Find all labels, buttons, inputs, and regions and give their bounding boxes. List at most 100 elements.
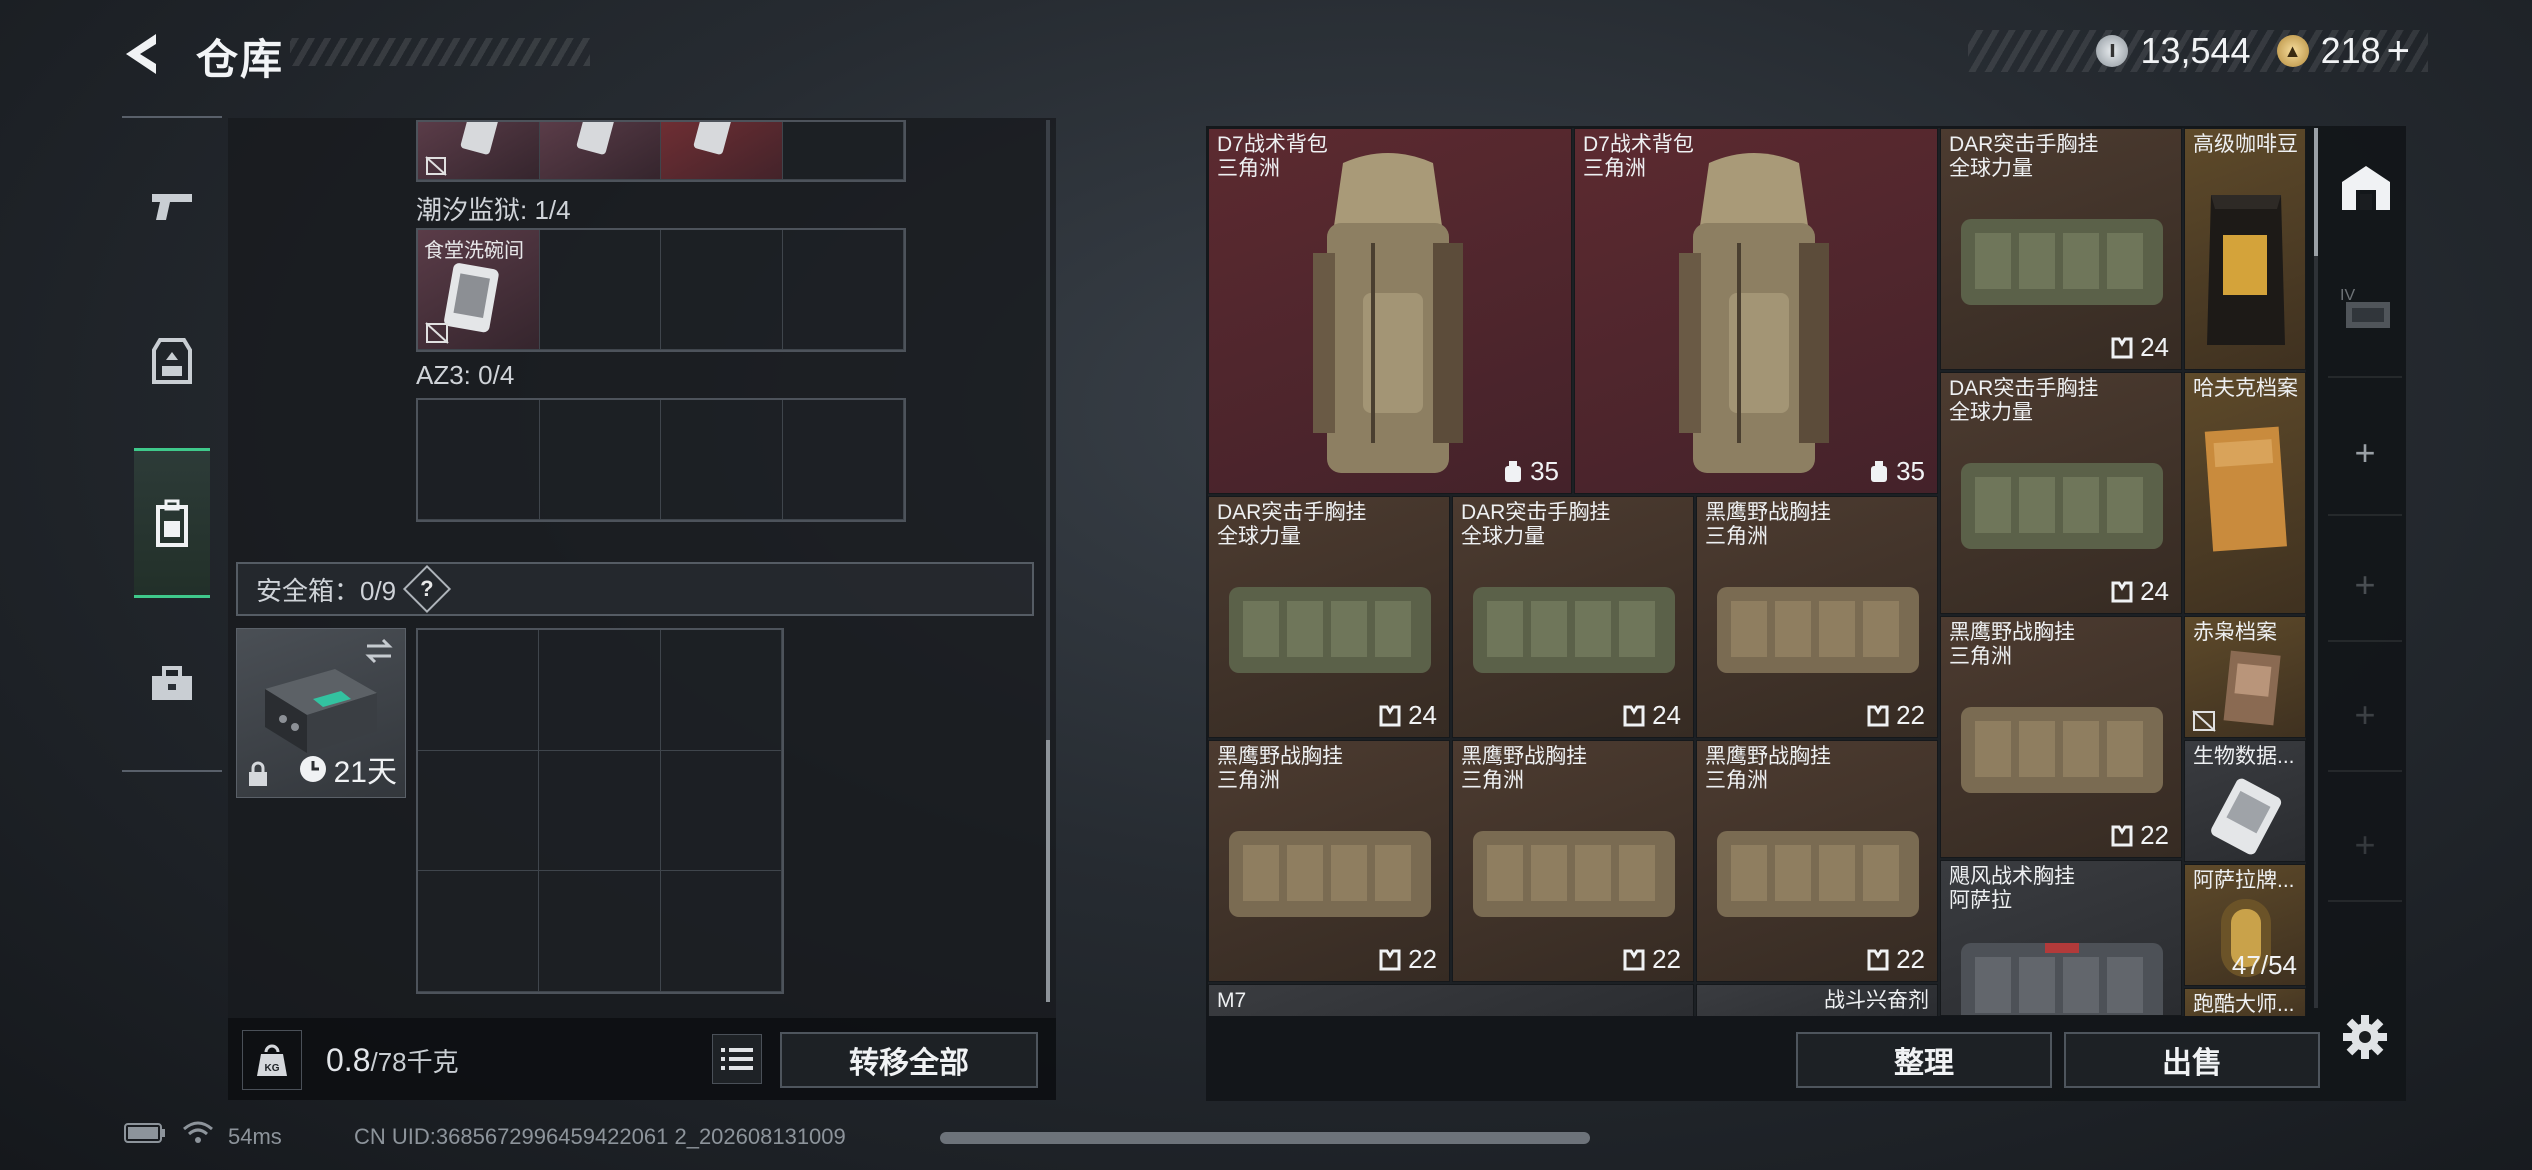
stash-item[interactable]: DAR突击手胸挂 全球力量 24 — [1208, 496, 1450, 738]
item-name-block: DAR突击手胸挂 全球力量 — [1217, 501, 1367, 548]
grid-cell[interactable] — [539, 871, 661, 992]
item-card[interactable] — [661, 122, 782, 179]
nav-toolbox[interactable] — [134, 634, 210, 734]
grid-cell[interactable] — [539, 122, 661, 180]
grid-cell[interactable] — [782, 122, 904, 180]
svg-text:KG: KG — [265, 1063, 280, 1074]
stash-item[interactable]: 黑鹰野战胸挂 三角洲 22 — [1696, 496, 1938, 738]
grid-cell[interactable] — [418, 750, 540, 872]
stash-item[interactable]: M7 — [1208, 984, 1694, 1016]
grid-cell[interactable] — [782, 400, 904, 520]
backpack-icon — [156, 499, 188, 547]
stash-main-tab[interactable] — [2336, 158, 2396, 218]
stash-item[interactable]: 黑鹰野战胸挂 三角洲 22 — [1208, 740, 1450, 982]
horizontal-scrollbar[interactable] — [940, 1132, 1590, 1144]
grid-cell[interactable] — [539, 750, 661, 872]
nav-equipment[interactable] — [134, 312, 210, 412]
add-stash-page-button[interactable]: + — [2342, 562, 2388, 608]
item-card[interactable] — [539, 122, 660, 179]
list-icon — [721, 1048, 753, 1070]
stash-item[interactable]: 跑酷大师... — [2184, 988, 2306, 1016]
chest-rig-image — [1961, 943, 2163, 1015]
stash-item[interactable]: 高级咖啡豆 — [2184, 128, 2306, 370]
item-stat: 22 — [2110, 820, 2169, 851]
sell-button[interactable]: 出售 — [2064, 1032, 2320, 1088]
keycard-icon — [576, 122, 614, 155]
grid-cell[interactable] — [661, 230, 783, 350]
swap-icon[interactable] — [363, 637, 395, 665]
item-name-block: 战斗兴奋剂 — [1824, 989, 1929, 1012]
item-stat: 35 — [1502, 456, 1559, 487]
storage-box-icon: IV — [2340, 287, 2390, 328]
add-stash-page-button[interactable]: + — [2342, 692, 2388, 738]
item-name-block: 阿萨拉牌... — [2193, 869, 2295, 892]
sort-button[interactable]: 整理 — [1796, 1032, 2052, 1088]
grid-cell[interactable] — [418, 400, 540, 520]
back-button[interactable] — [118, 28, 170, 80]
settings-button[interactable] — [2338, 1010, 2392, 1064]
item-card[interactable] — [418, 122, 539, 179]
grid-cell[interactable] — [539, 230, 661, 350]
wifi-indicator — [182, 1120, 214, 1152]
transfer-all-button[interactable]: 转移全部 — [780, 1032, 1038, 1088]
stash-item[interactable]: 黑鹰野战胸挂 三角洲 22 — [1696, 740, 1938, 982]
stash-item[interactable]: 战斗兴奋剂 — [1696, 984, 1938, 1016]
stash-item[interactable]: DAR突击手胸挂 全球力量 24 — [1452, 496, 1694, 738]
help-button[interactable]: ? — [403, 564, 452, 614]
grid-cell[interactable] — [539, 400, 661, 520]
stash-tab-4[interactable]: IV — [2336, 278, 2396, 338]
weight-readout: 0.8/78千克 — [326, 1042, 459, 1079]
grid-cell[interactable] — [660, 871, 782, 992]
chest-rig-image — [1717, 587, 1919, 673]
grid-cell[interactable]: 食堂洗碗间 — [418, 230, 540, 350]
stash-item[interactable]: D7战术背包 三角洲 35 — [1574, 128, 1938, 494]
battery-indicator — [124, 1122, 166, 1150]
topup-button[interactable]: + — [2387, 29, 2410, 74]
divider — [2328, 514, 2402, 516]
stash-scrollbar[interactable] — [2314, 128, 2318, 1008]
grid-cell[interactable] — [782, 230, 904, 350]
stash-item[interactable]: 生物数据... — [2184, 740, 2306, 862]
grid-cell[interactable] — [418, 122, 540, 180]
scroll-thumb[interactable] — [2314, 128, 2318, 256]
svg-text:IV: IV — [2340, 287, 2355, 304]
battery-icon — [124, 1123, 165, 1143]
grid-cell[interactable] — [660, 630, 782, 751]
safebox-icon — [265, 669, 377, 753]
grid-cell[interactable] — [539, 630, 661, 751]
nav-backpack[interactable] — [134, 448, 210, 598]
timer: 21天 — [298, 747, 397, 791]
scroll-thumb[interactable] — [1046, 740, 1050, 1002]
add-stash-page-button[interactable]: + — [2342, 822, 2388, 868]
grid-cell[interactable] — [660, 750, 782, 872]
list-view-button[interactable] — [712, 1034, 762, 1084]
uid-text: CN UID:3685672996459422061 2_20260813100… — [354, 1124, 846, 1149]
vest-icon — [1867, 949, 1889, 970]
item-name-block: 生物数据... — [2193, 745, 2295, 768]
item-name-block: 黑鹰野战胸挂 三角洲 — [1217, 745, 1343, 792]
left-scrollbar[interactable] — [1046, 120, 1050, 1002]
safebox-item[interactable]: 21天 — [236, 628, 406, 798]
stash-item[interactable]: D7战术背包 三角洲 35 — [1208, 128, 1572, 494]
stash-item[interactable]: 黑鹰野战胸挂 三角洲 22 — [1940, 616, 2182, 858]
stash-item[interactable]: 赤枭档案 — [2184, 616, 2306, 738]
stash-item[interactable]: 哈夫克档案 — [2184, 372, 2306, 614]
grid-cell[interactable] — [418, 630, 540, 751]
grid-cell[interactable] — [661, 122, 783, 180]
item-name-block: M7 — [1217, 989, 1247, 1012]
stash-item[interactable]: 阿萨拉牌... 47/54 — [2184, 864, 2306, 986]
grid-cell[interactable] — [418, 871, 540, 992]
canteen-keycard[interactable]: 食堂洗碗间 — [418, 230, 539, 349]
stash-item[interactable]: DAR突击手胸挂 全球力量 24 — [1940, 128, 2182, 370]
az3-slots — [416, 398, 906, 522]
timer-value: 21天 — [333, 756, 397, 789]
lock-icon — [249, 761, 267, 786]
nav-weapons[interactable] — [134, 156, 210, 256]
armor-icon — [152, 338, 192, 384]
stash-item[interactable]: DAR突击手胸挂 全球力量 24 — [1940, 372, 2182, 614]
grid-cell[interactable] — [661, 400, 783, 520]
page-title: 仓库 — [196, 36, 285, 83]
stash-item[interactable]: 飓风战术胸挂 阿萨拉 — [1940, 860, 2182, 1016]
stash-item[interactable]: 黑鹰野战胸挂 三角洲 22 — [1452, 740, 1694, 982]
add-stash-page-button[interactable]: + — [2342, 430, 2388, 476]
